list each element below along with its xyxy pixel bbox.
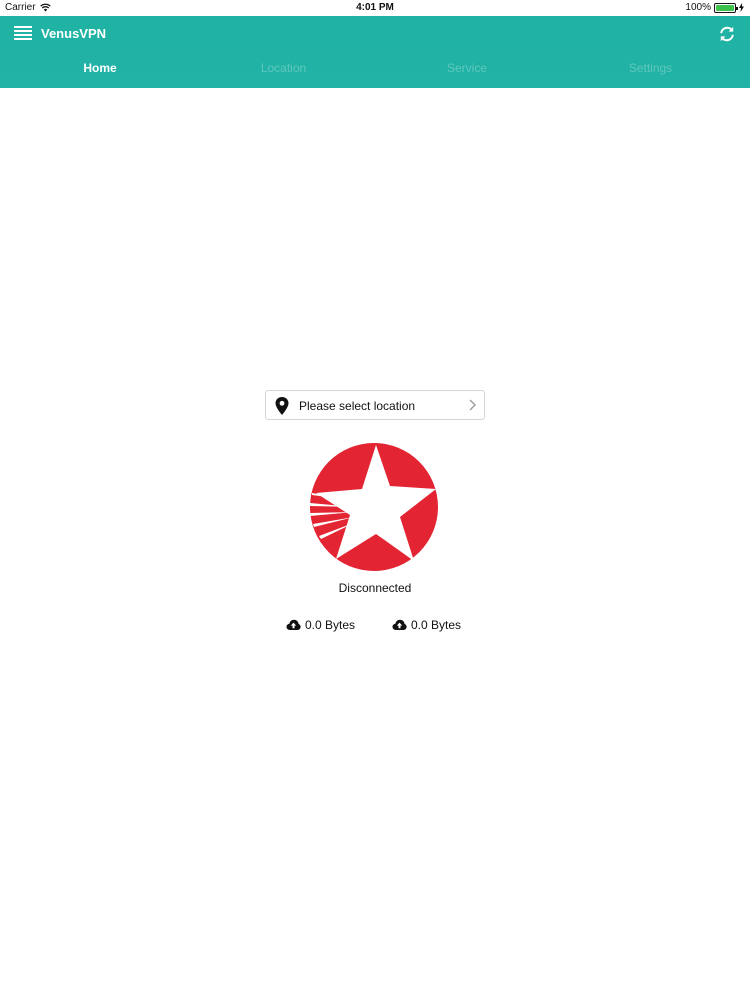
- charging-icon: [739, 3, 744, 12]
- status-bar: Carrier 4:01 PM 100%: [0, 0, 750, 16]
- refresh-icon[interactable]: [718, 25, 736, 43]
- upload-stat: 0.0 Bytes: [286, 618, 355, 632]
- app-header: VenusVPN Home Location Service Settings: [0, 16, 750, 88]
- tab-settings[interactable]: Settings: [567, 61, 734, 79]
- battery-icon: [714, 2, 738, 13]
- status-right: 100%: [685, 2, 744, 13]
- battery-fill: [716, 4, 734, 11]
- menu-icon[interactable]: [14, 26, 32, 41]
- app-title: VenusVPN: [41, 26, 107, 41]
- cloud-upload-icon: [286, 619, 301, 630]
- chevron-right-icon: [469, 399, 476, 411]
- tab-location[interactable]: Location: [200, 61, 367, 79]
- connect-button[interactable]: [310, 443, 438, 571]
- upload-value: 0.0 Bytes: [305, 618, 356, 632]
- battery-percent: 100%: [685, 2, 711, 13]
- tab-bar: Home Location Service Settings: [0, 61, 750, 79]
- location-pin-icon: [275, 397, 289, 415]
- download-stat: 0.0 Bytes: [392, 618, 461, 632]
- status-time: 4:01 PM: [356, 2, 394, 13]
- battery-tip: [736, 6, 738, 10]
- location-placeholder: Please select location: [299, 399, 416, 413]
- tab-home[interactable]: Home: [0, 61, 200, 79]
- connection-status: Disconnected: [338, 581, 412, 595]
- download-value: 0.0 Bytes: [411, 618, 462, 632]
- star-logo-icon: [310, 443, 438, 571]
- cloud-upload-icon: [392, 619, 407, 630]
- tab-service[interactable]: Service: [367, 61, 567, 79]
- location-select[interactable]: Please select location: [265, 390, 485, 420]
